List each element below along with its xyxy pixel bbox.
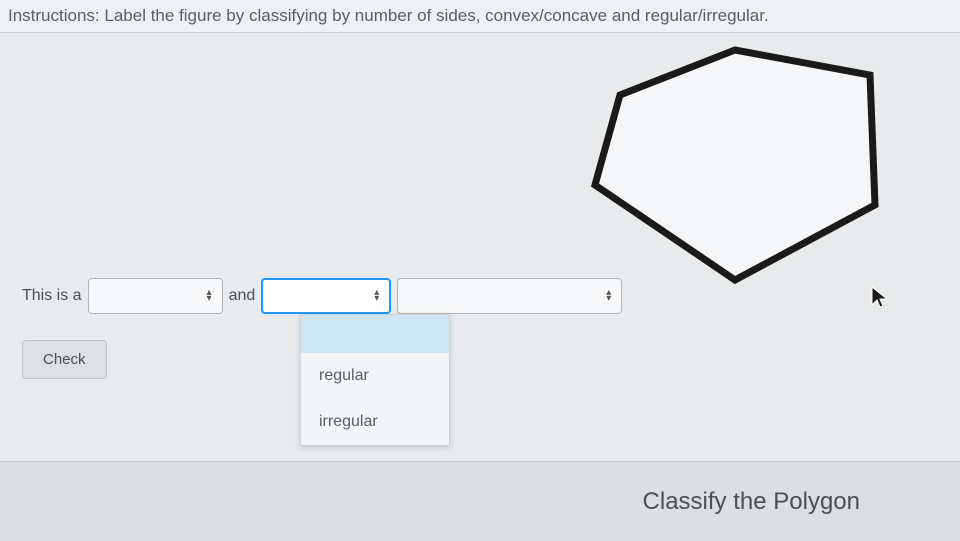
dropdown-option-regular[interactable]: regular (301, 353, 449, 399)
footer-title: Classify the Polygon (643, 488, 860, 516)
select-arrows-icon: ▴▾ (374, 290, 379, 302)
check-button[interactable]: Check (22, 340, 107, 379)
instructions-text: Instructions: Label the figure by classi… (0, 0, 960, 33)
select-sides[interactable]: ▴▾ (88, 278, 223, 314)
footer-bar: Classify the Polygon (0, 461, 960, 541)
question-prefix: This is a (22, 287, 82, 305)
polygon-figure (560, 30, 900, 290)
select-arrows-icon: ▴▾ (207, 290, 212, 302)
select-convexity[interactable]: ▴▾ (397, 278, 622, 314)
select-regularity[interactable]: ▴▾ (261, 278, 391, 314)
cursor-icon (870, 285, 890, 316)
question-connector: and (229, 287, 256, 305)
dropdown-option-blank[interactable] (301, 315, 449, 353)
dropdown-option-irregular[interactable]: irregular (301, 399, 449, 445)
dropdown-menu: regular irregular (300, 314, 450, 446)
select-arrows-icon: ▴▾ (606, 290, 611, 302)
question-row: This is a ▴▾ and ▴▾ ▴▾ (22, 278, 622, 314)
